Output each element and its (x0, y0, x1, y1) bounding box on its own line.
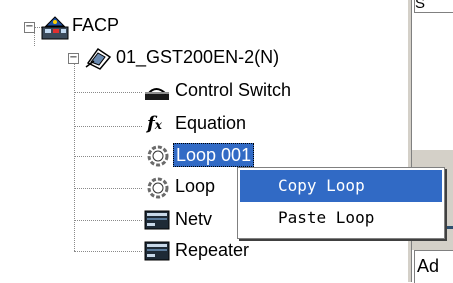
menu-item-copy-loop[interactable]: Copy Loop (240, 170, 442, 202)
control-switch-icon (145, 88, 169, 100)
address-field-label: Ad (414, 250, 453, 283)
controller-icon (85, 47, 112, 70)
tree-item-network[interactable]: Netv (175, 209, 212, 230)
repeater-icon (144, 241, 170, 261)
properties-header: S (414, 0, 453, 13)
tree-connector (74, 220, 142, 221)
fire-panel-icon (41, 16, 69, 40)
tree-connector (34, 32, 35, 46)
context-menu: Copy Loop Paste Loop (237, 167, 445, 239)
equation-fx-icon: fx (147, 113, 162, 134)
tree-node-controller[interactable]: 01_GST200EN-2(N) (116, 47, 279, 68)
network-icon (144, 210, 170, 230)
properties-pane: S Ad (412, 0, 453, 283)
tree-connector (74, 156, 142, 157)
tree-item-repeater[interactable]: Repeater (175, 240, 249, 261)
collapse-toggle-root[interactable]: − (24, 22, 35, 33)
tree-connector (74, 251, 142, 252)
panel-edge-marker (446, 226, 453, 229)
tree-node-facp[interactable]: FACP (72, 15, 119, 36)
tree-item-equation[interactable]: Equation (175, 113, 246, 134)
menu-item-paste-loop[interactable]: Paste Loop (240, 202, 442, 234)
tree-connector (74, 92, 142, 93)
loop-ring-icon (147, 145, 169, 167)
tree-item-loop-001[interactable]: Loop 001 (173, 143, 255, 167)
loop-ring-icon (147, 177, 169, 199)
tree-item-loop[interactable]: Loop (175, 176, 215, 197)
collapse-toggle-controller[interactable]: − (68, 53, 79, 64)
device-tree[interactable]: − FACP − 01_GST200EN-2(N) Control Switch… (4, 0, 407, 282)
tree-item-control-switch[interactable]: Control Switch (175, 80, 291, 101)
tree-connector (74, 126, 142, 127)
tree-connector (74, 188, 142, 189)
